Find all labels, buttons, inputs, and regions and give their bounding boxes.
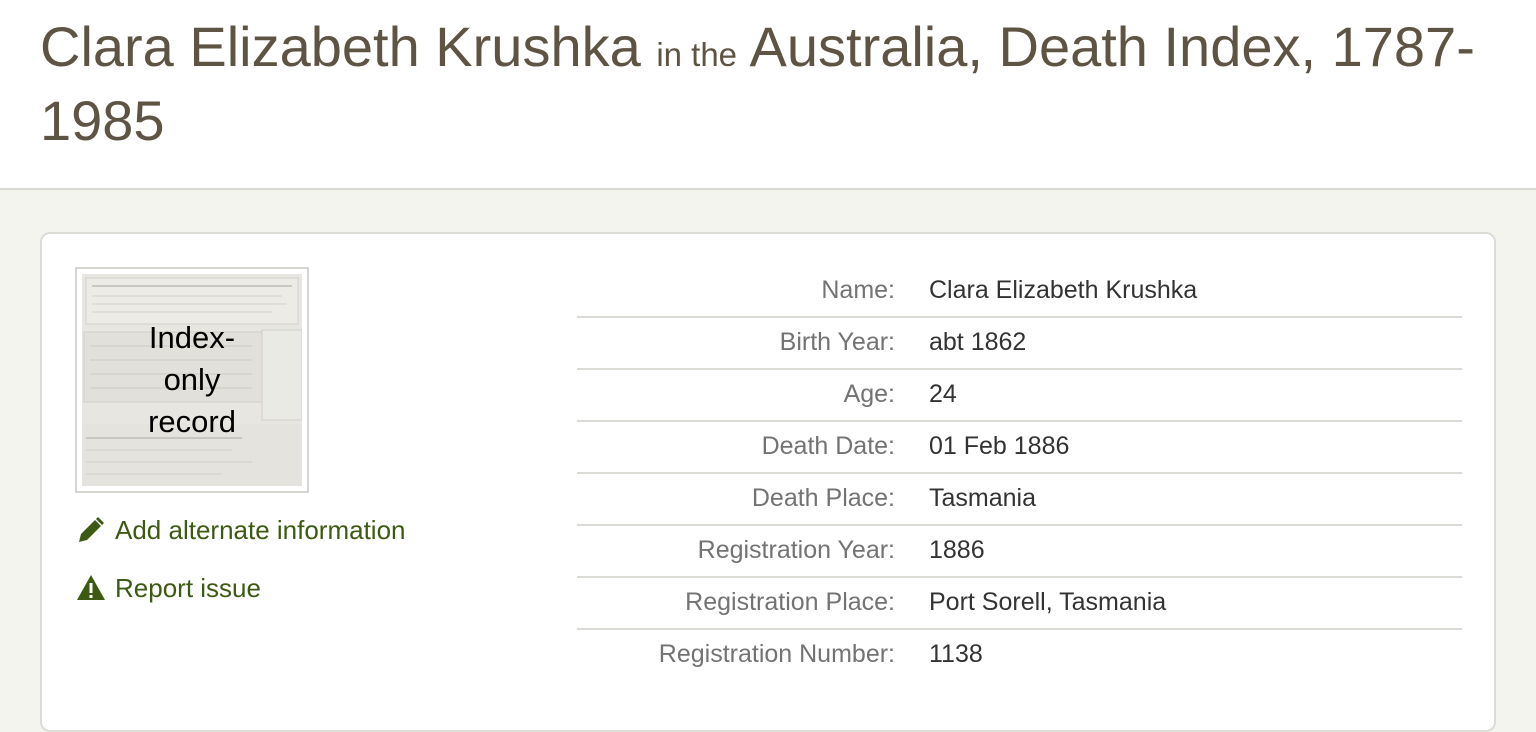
title-connector: in the [656,36,738,73]
detail-label: Birth Year: [779,328,895,356]
report-issue-link[interactable]: Report issue [75,572,261,604]
detail-row-death-date: Death Date: 01 Feb 1886 [577,422,1462,474]
detail-row-registration-year: Registration Year: 1886 [577,526,1462,578]
detail-label: Registration Number: [658,640,895,668]
detail-value: 01 Feb 1886 [929,432,1070,460]
detail-label: Registration Place: [685,588,895,616]
detail-value: Port Sorell, Tasmania [929,588,1167,616]
detail-label: Death Date: [761,432,895,460]
detail-label: Death Place: [751,484,895,512]
record-card: Index-only record Add alternate informat… [40,232,1496,732]
pencil-icon [75,514,107,546]
detail-row-age: Age: 24 [577,370,1462,422]
report-issue-label: Report issue [115,572,261,603]
detail-value: abt 1862 [929,328,1027,356]
detail-row-death-place: Death Place: Tasmania [577,474,1462,526]
page-header: Clara Elizabeth Krushka in the Australia… [0,0,1536,190]
page-title: Clara Elizabeth Krushka in the Australia… [40,14,1500,154]
add-alternate-info-label: Add alternate information [115,514,406,545]
detail-label: Age: [843,380,895,408]
add-alternate-info-link[interactable]: Add alternate information [75,514,406,546]
detail-value: 1886 [929,536,985,564]
detail-row-birth-year: Birth Year: abt 1862 [577,318,1462,370]
detail-value: 24 [929,380,957,408]
detail-value: 1138 [929,640,983,668]
thumbnail-label: Index-only record [82,274,302,486]
detail-row-registration-number: Registration Number: 1138 [577,630,1462,682]
record-name: Clara Elizabeth Krushka [40,15,641,78]
record-thumbnail[interactable]: Index-only record [75,267,309,493]
detail-label: Name: [821,276,895,304]
record-details-table: Name: Clara Elizabeth Krushka Birth Year… [577,266,1462,682]
detail-row-name: Name: Clara Elizabeth Krushka [577,266,1462,318]
detail-value: Tasmania [929,484,1036,512]
detail-row-registration-place: Registration Place: Port Sorell, Tasmani… [577,578,1462,630]
detail-value: Clara Elizabeth Krushka [929,276,1198,304]
warning-icon [75,572,107,604]
index-only-label: Index-only record [148,320,236,439]
thumbnail-image: Index-only record [82,274,302,486]
detail-label: Registration Year: [697,536,895,564]
